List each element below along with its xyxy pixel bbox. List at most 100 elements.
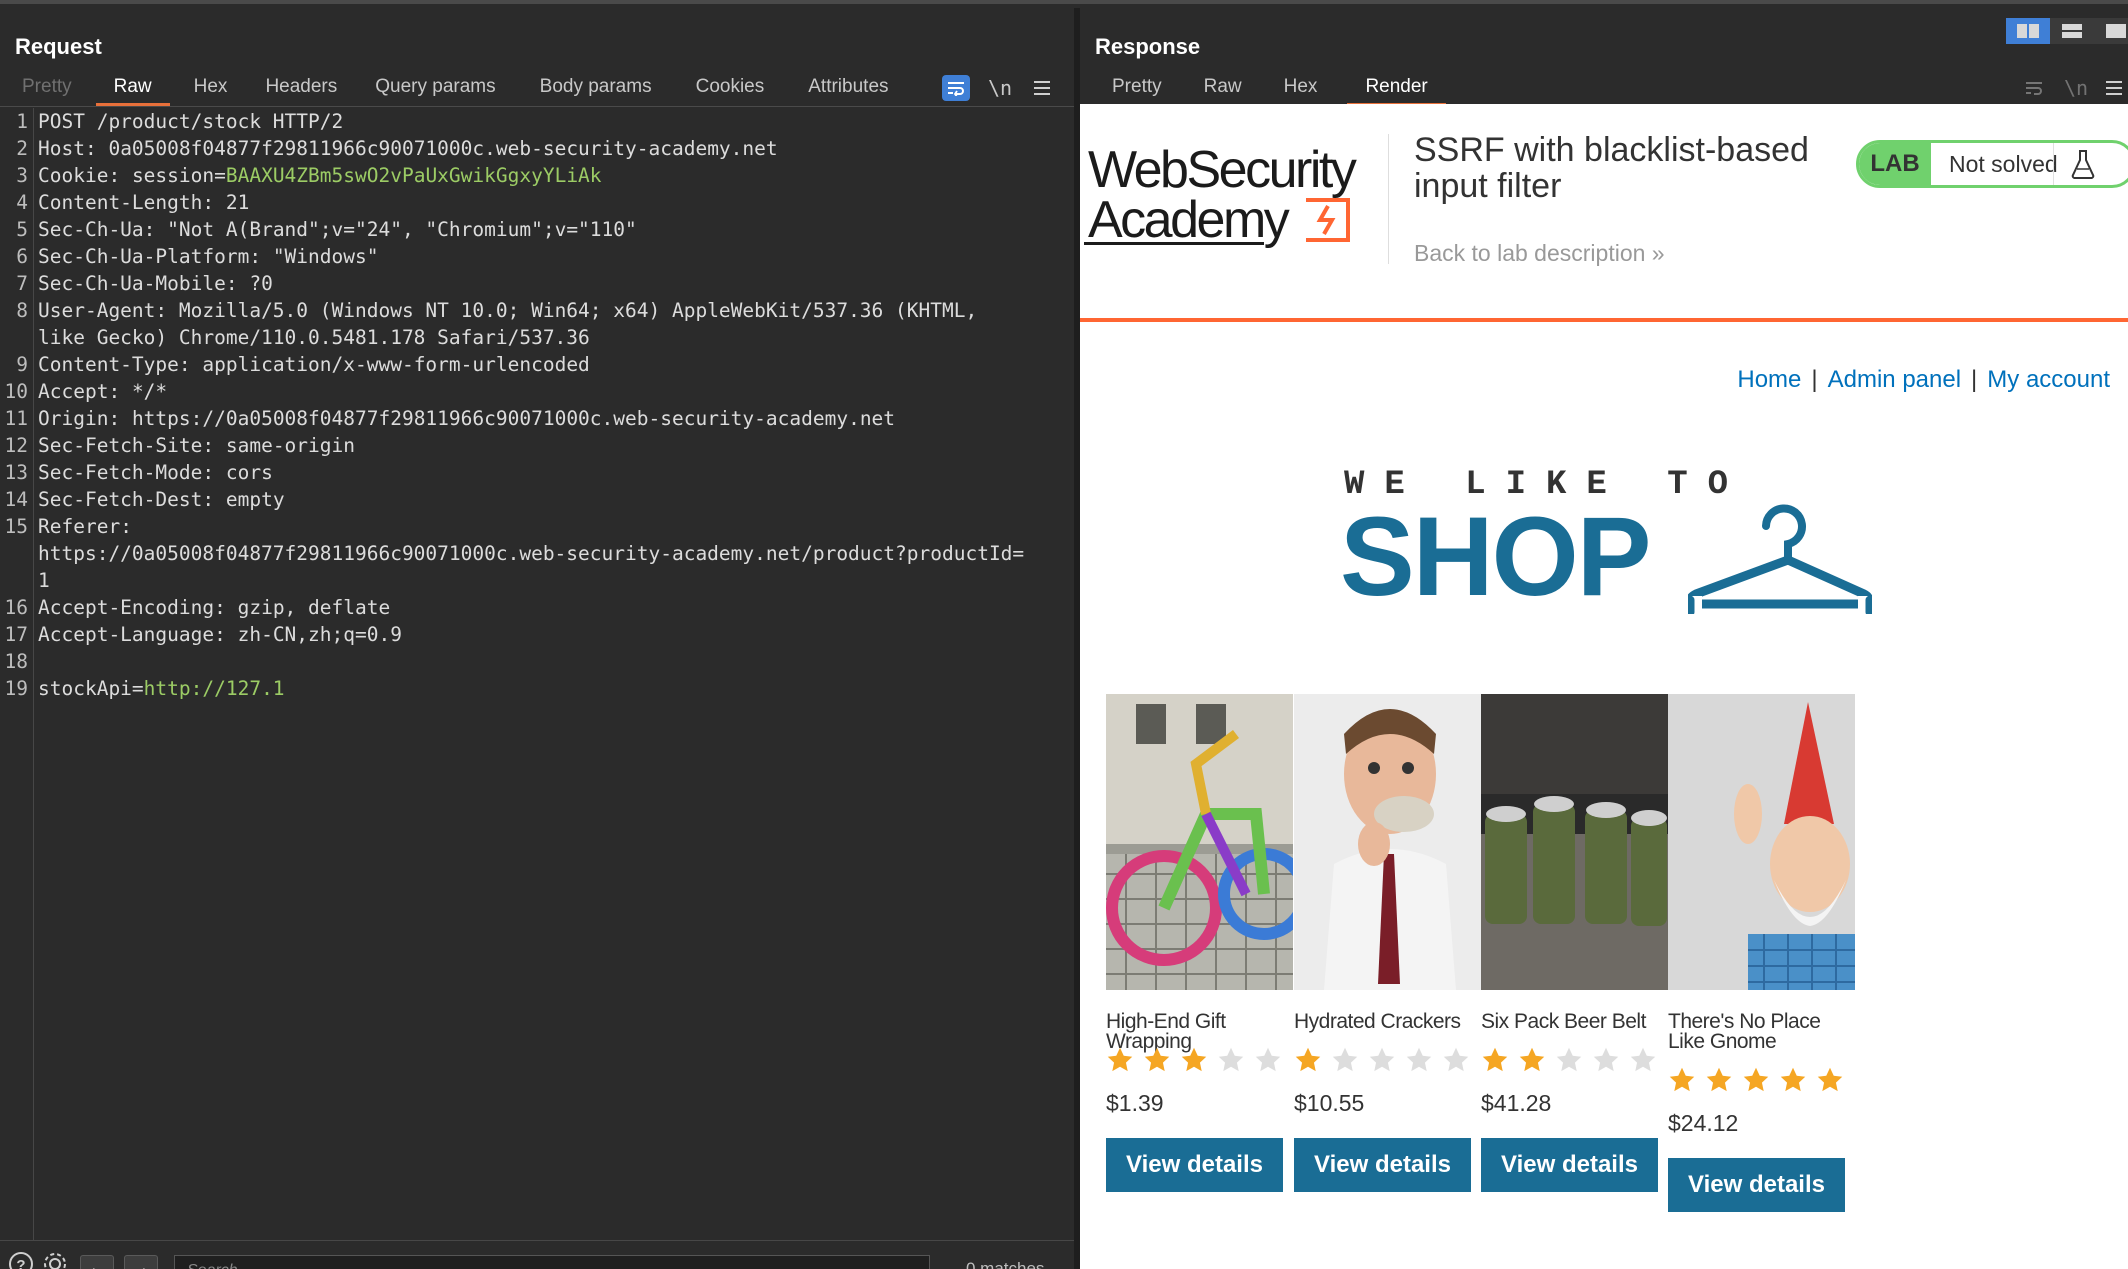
product-card: There's No Place Like Gnome $24.12 View … [1668,694,1855,1212]
nav-home-link[interactable]: Home [1737,366,1801,393]
lab-status: Not solved [1949,150,2058,177]
back-to-lab-link[interactable]: Back to lab description » [1414,240,1665,267]
help-icon[interactable]: ? [6,1251,36,1269]
product-card: Hydrated Crackers $10.55 View details [1294,694,1481,1192]
line-number: 2 [16,137,28,160]
top-bottom-layout-button[interactable] [2050,18,2094,44]
view-details-button[interactable]: View details [1481,1138,1658,1192]
line-text: Sec-Ch-Ua-Mobile: ?0 [38,272,273,295]
request-pane: Request Pretty Raw Hex Headers Query par… [0,8,1074,1269]
star-empty-icon [1556,1047,1582,1072]
shop-logo: WE LIKE TO SHOP [1340,466,1880,626]
star-filled-icon [1669,1067,1695,1092]
line-number: 8 [16,299,28,322]
header-name: Origin [38,407,109,430]
header-name: Sec-Ch-Ua [38,218,144,241]
product-image[interactable] [1481,694,1668,990]
product-card: High-End Gift Wrapping $1.39 View detail… [1106,694,1293,1192]
tab-pretty[interactable]: Pretty [22,70,72,106]
side-by-side-layout-button[interactable] [2006,18,2050,44]
next-match-button[interactable]: → [124,1255,158,1269]
line-text: https://0a05008f04877f29811966c90071000c… [38,542,1025,565]
header-value: zh-CN,zh;q=0.9 [237,623,402,646]
tab-body-params[interactable]: Body params [540,70,652,106]
line-number: 7 [16,272,28,295]
header-value: "Not A(Brand";v="24", "Chromium";v="110" [167,218,637,241]
tab-attributes[interactable]: Attributes [808,70,888,106]
wrap-icon [2020,75,2048,101]
view-details-button[interactable]: View details [1106,1138,1283,1192]
line-text: like Gecko) Chrome/110.0.5481.178 Safari… [38,326,590,349]
tab-raw[interactable]: Raw [1204,70,1242,106]
line-number: 17 [4,623,28,646]
line-text: Host: 0a05008f04877f29811966c90071000c.w… [38,137,778,160]
nav-my-account-link[interactable]: My account [1987,366,2110,393]
svg-text:?: ? [16,1257,25,1269]
gear-icon[interactable] [40,1251,70,1269]
tab-raw[interactable]: Raw [95,70,170,106]
view-details-button[interactable]: View details [1668,1158,1845,1212]
previous-match-button[interactable]: ← [80,1255,114,1269]
line-number: 9 [16,353,28,376]
nav-separator: | [1811,366,1818,393]
newline-icon[interactable]: \n [986,75,1014,101]
wrap-icon[interactable] [942,75,970,101]
single-pane-layout-button[interactable] [2094,18,2128,44]
product-price: $24.12 [1668,1110,1739,1136]
header-name: Sec-Ch-Ua-Mobile [38,272,226,295]
header-value: */* [131,380,168,403]
request-editor[interactable]: 1 POST /product/stock HTTP/2 2 Host: 0a0500… [0,108,1074,1240]
search-input[interactable]: Search... [174,1255,930,1269]
line-text: Accept-Encoding: gzip, deflate [38,596,391,619]
line-text: Cookie: session=BAAXU4ZBm5swO2vPaUxGwikG… [38,164,602,187]
tab-hex[interactable]: Hex [194,70,228,106]
header-value: https://0a05008f04877f29811966c90071000c… [131,407,896,430]
line-text: Sec-Fetch-Site: same-origin [38,434,355,457]
header-name: User-Agent [38,299,156,322]
star-empty-icon [1443,1047,1469,1072]
header-value: Mozilla/5.0 (Windows NT 10.0; Win64; x64… [178,299,978,322]
tab-pretty[interactable]: Pretty [1112,70,1162,106]
body-param-value: http://127.1 [143,677,285,700]
tab-hex[interactable]: Hex [1284,70,1318,106]
star-filled-icon [1181,1047,1207,1072]
line-number: 19 [4,677,28,700]
star-filled-icon [1107,1047,1133,1072]
product-image[interactable] [1106,694,1293,990]
burp-repeater-window: Request Pretty Raw Hex Headers Query par… [0,0,2128,1269]
view-details-button[interactable]: View details [1294,1138,1471,1192]
cookie-name: session= [131,164,226,187]
header-name: Accept-Encoding [38,596,215,619]
line-text: Sec-Ch-Ua: "Not A(Brand";v="24", "Chromi… [38,218,637,241]
hanger-icon [1688,504,1872,614]
tab-cookies[interactable]: Cookies [696,70,765,106]
product-card: Six Pack Beer Belt $41.28 View details [1481,694,1668,1192]
response-tabs: Pretty Raw Hex Render [1080,70,1447,106]
header-value: "Windows" [272,245,379,268]
header-value: application/x-www-form-urlencoded [202,353,590,376]
product-price: $10.55 [1294,1090,1365,1116]
tab-render[interactable]: Render [1347,70,1447,106]
header-name: Content-Type [38,353,179,376]
menu-icon[interactable] [1028,75,1056,101]
double-chevron-icon: » [1651,240,1665,266]
star-filled-icon [1295,1047,1321,1072]
product-image[interactable] [1668,694,1855,990]
header-name: Sec-Fetch-Mode [38,461,203,484]
line-text: Accept-Language: zh-CN,zh;q=0.9 [38,623,402,646]
tab-query-params[interactable]: Query params [375,70,495,106]
header-name: Cookie [38,164,109,187]
lab-title: SSRF with blacklist-based input filter [1414,131,1809,205]
nav-admin-panel-link[interactable]: Admin panel [1828,366,1961,393]
rating-stars [1294,1046,1479,1074]
line-number: 10 [4,380,28,403]
product-image[interactable] [1294,694,1481,990]
line-number: 14 [4,488,28,511]
product-price: $1.39 [1106,1090,1164,1116]
menu-icon[interactable] [2100,75,2128,101]
tab-headers[interactable]: Headers [265,70,337,106]
product-name: There's No Place Like Gnome [1668,1010,1821,1053]
line-number: 3 [16,164,28,187]
header-value: empty [225,488,285,511]
line-number: 12 [4,434,28,457]
